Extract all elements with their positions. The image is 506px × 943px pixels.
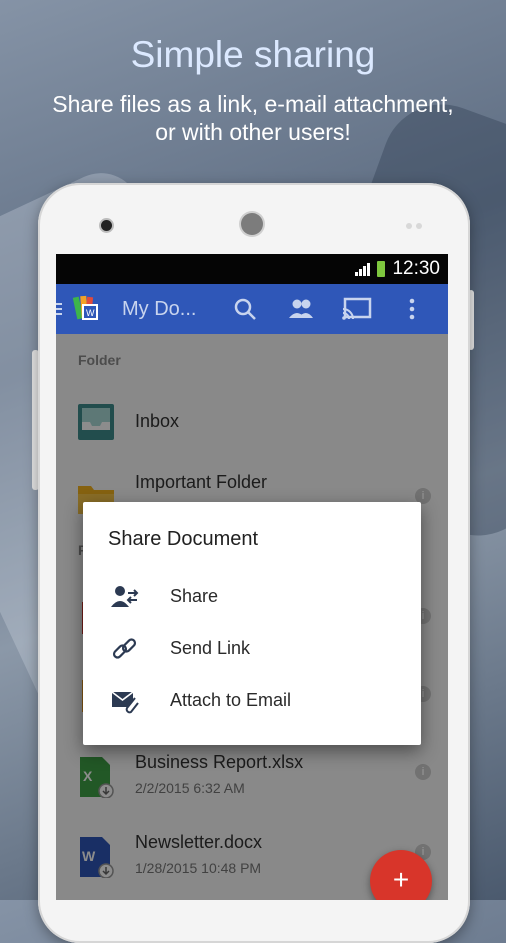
promo-subline: Share files as a link, e-mail attachment… <box>0 90 506 146</box>
app-bar: W My Do... <box>56 284 448 334</box>
phone-screen: 12:30 W My Do... Folder Inbox Important … <box>56 254 448 900</box>
svg-text:W: W <box>86 308 95 318</box>
status-time: 12:30 <box>392 258 440 279</box>
dialog-option-label: Share <box>170 586 219 606</box>
promo-subline-line-2: or with other users! <box>155 119 351 145</box>
app-bar-title[interactable]: My Do... <box>122 298 196 321</box>
cast-icon[interactable] <box>342 296 372 322</box>
dialog-option-label: Send Link <box>170 638 251 658</box>
dialog-title: Share Document <box>108 528 259 550</box>
phone-sensor <box>406 223 412 229</box>
phone-speaker <box>241 213 263 235</box>
dialog-option-attach-email[interactable]: Attach to Email <box>83 676 421 726</box>
fab-label: + <box>392 864 410 895</box>
attach-email-icon <box>111 691 139 714</box>
status-bar: 12:30 <box>56 254 448 284</box>
app-logo-icon: W <box>72 295 98 320</box>
battery-icon <box>377 261 386 277</box>
promo-headline: Simple sharing <box>130 34 376 75</box>
dialog-option-send-link[interactable]: Send Link <box>83 624 421 674</box>
dialog-option-share[interactable]: Share <box>83 572 421 622</box>
menu-icon[interactable] <box>56 301 72 317</box>
front-camera <box>101 220 112 231</box>
search-icon[interactable] <box>232 296 258 322</box>
phone-sensor <box>416 223 422 229</box>
share-users-icon <box>111 586 139 607</box>
share-document-dialog: Share Document Share Send Link Attach to… <box>83 502 421 745</box>
dialog-option-label: Attach to Email <box>170 690 292 710</box>
promo-subline-line-1: Share files as a link, e-mail attachment… <box>52 91 454 117</box>
overflow-icon[interactable] <box>406 296 418 322</box>
users-icon[interactable] <box>288 296 314 322</box>
link-icon <box>112 638 137 659</box>
signal-icon <box>355 262 371 276</box>
